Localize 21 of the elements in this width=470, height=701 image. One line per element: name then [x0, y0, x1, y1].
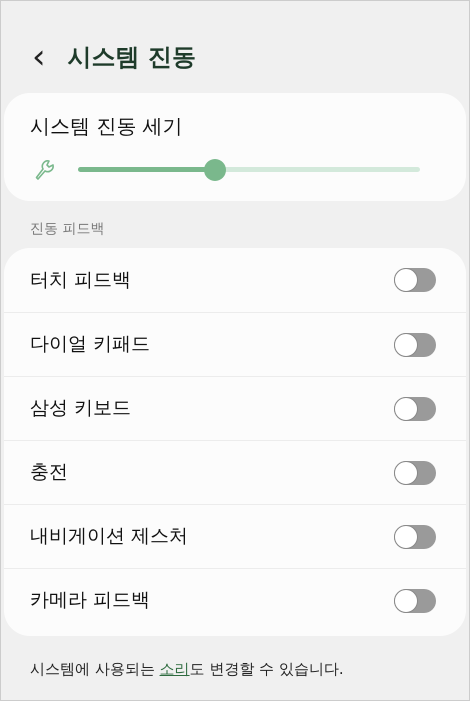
slider-label: 시스템 진동 세기 — [30, 113, 184, 140]
toggle-switch[interactable] — [394, 268, 436, 292]
setting-label: 삼성 키보드 — [30, 396, 132, 422]
sound-link[interactable]: 소리 — [160, 660, 190, 678]
setting-label: 카메라 피드백 — [30, 588, 150, 614]
setting-label: 충전 — [30, 460, 68, 486]
slider-thumb[interactable] — [204, 159, 226, 181]
toggle-switch[interactable] — [394, 396, 436, 420]
section-label: 진동 피드백 — [29, 220, 106, 239]
toggle-switch[interactable] — [394, 588, 436, 612]
toggle-switch[interactable] — [394, 460, 436, 484]
setting-label: 터치 피드백 — [30, 268, 132, 293]
footer-text: 시스템에 사용되는 소리도 변경할 수 있습니다. — [29, 659, 345, 680]
wrench-icon — [34, 158, 56, 182]
toggle-switch[interactable] — [394, 524, 436, 548]
page-title: 시스템 진동 — [68, 42, 196, 73]
back-button[interactable]: ‹ — [28, 40, 50, 74]
setting-label: 다이얼 키패드 — [30, 332, 150, 358]
toggle-switch[interactable] — [394, 332, 436, 356]
setting-label: 내비게이션 제스처 — [30, 524, 188, 550]
slider[interactable] — [78, 159, 420, 181]
